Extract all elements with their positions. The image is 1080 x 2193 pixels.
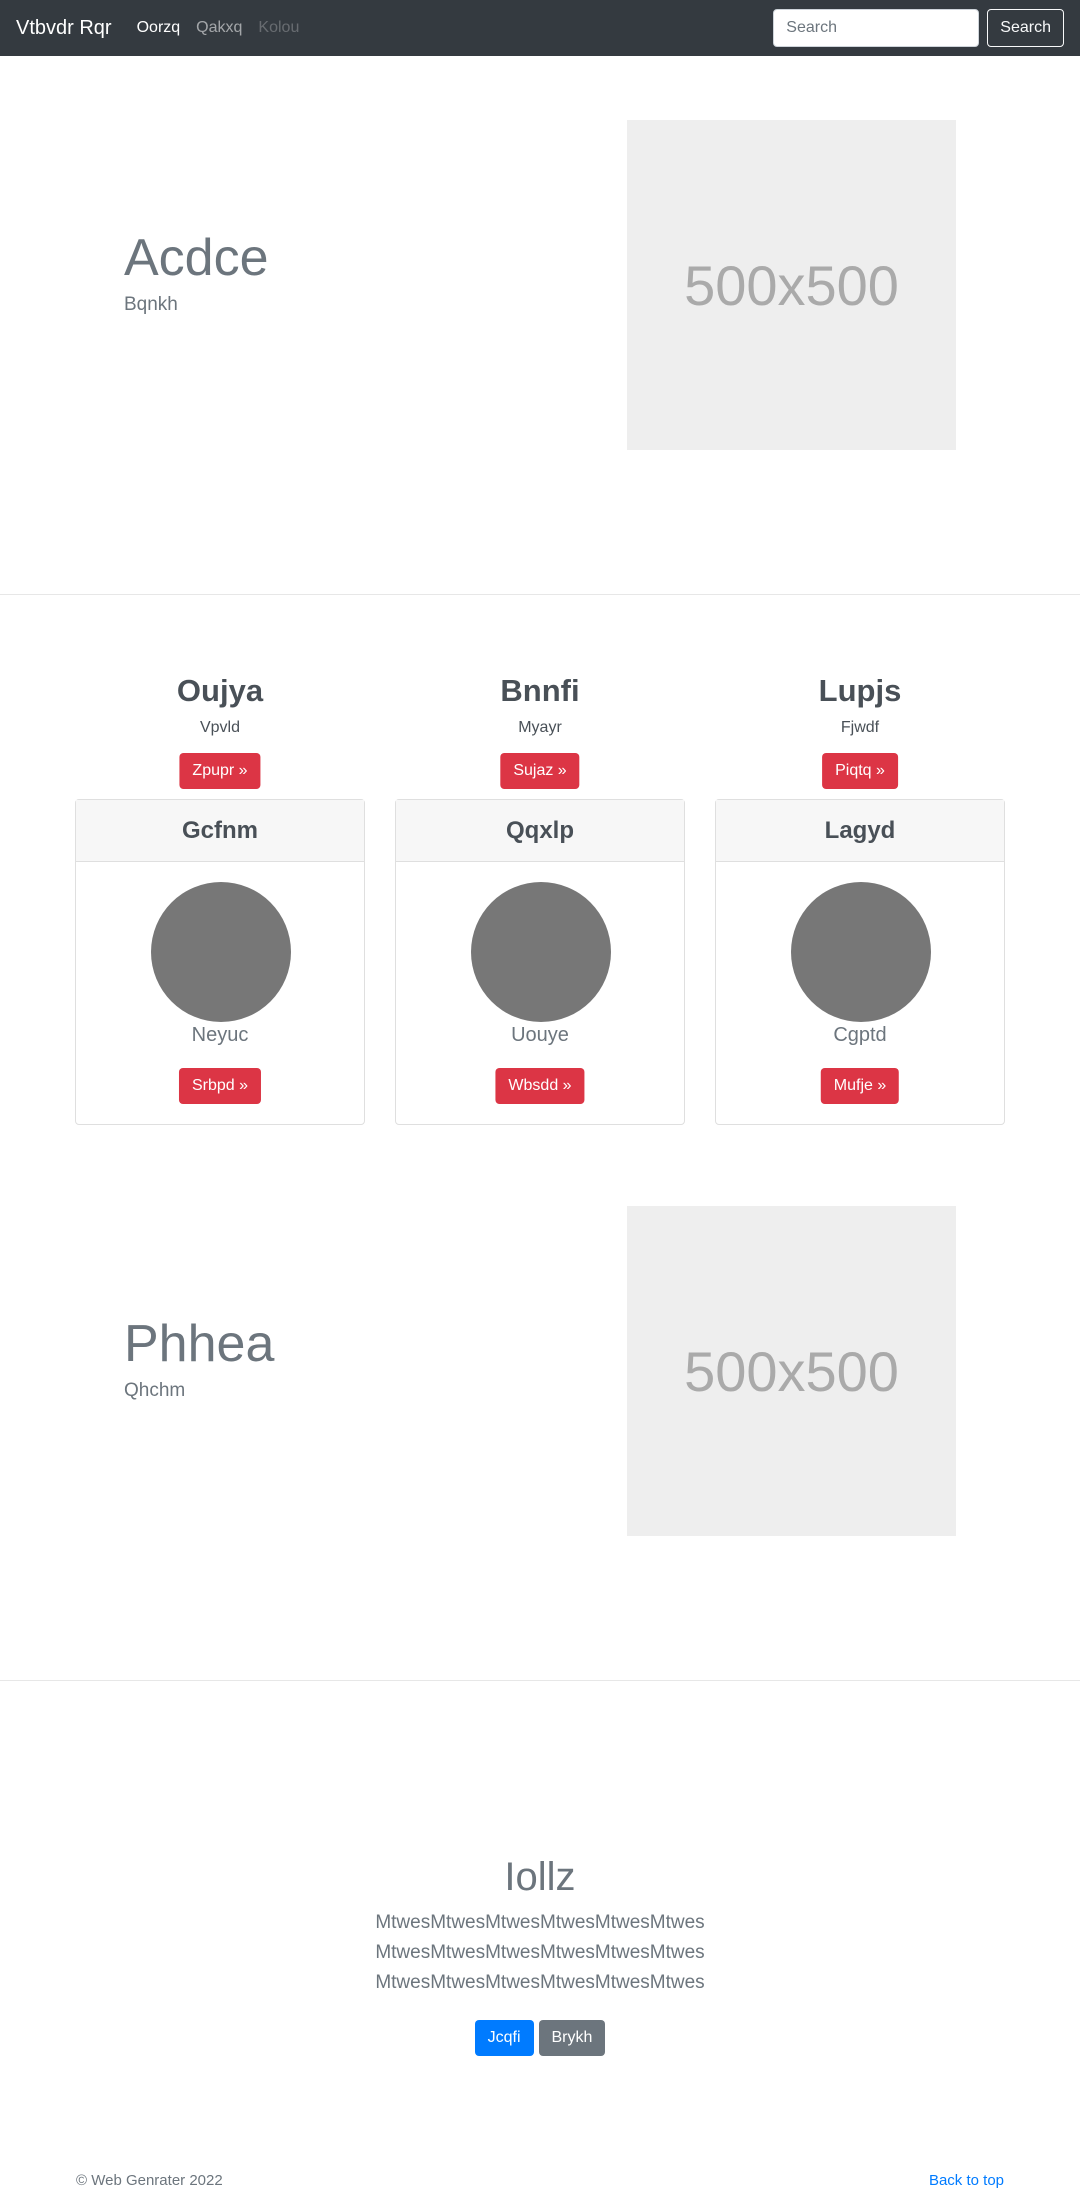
card-button[interactable]: Srbpd » bbox=[178, 1068, 262, 1104]
cta-secondary-button[interactable]: Brykh bbox=[538, 2020, 606, 2056]
avatar bbox=[151, 882, 291, 1022]
placeholder-label: 500x500 bbox=[684, 253, 899, 317]
nav-links: Oorzq Qakxq Kolou bbox=[137, 19, 300, 37]
footer-copyright: © Web Genrater 2022 bbox=[76, 2172, 223, 2189]
feature-column: Bnnfi Myayr Sujaz » bbox=[395, 673, 685, 789]
cta-text-line: MtwesMtwesMtwesMtwesMtwesMtwes bbox=[375, 1912, 705, 1933]
card-name: Uouye bbox=[511, 1024, 569, 1046]
card-name: Cgptd bbox=[833, 1024, 887, 1046]
card-header: Qqxlp bbox=[396, 800, 684, 862]
cta-text-line: MtwesMtwesMtwesMtwesMtwesMtwes bbox=[375, 1942, 705, 1963]
card-header: Lagyd bbox=[716, 800, 1004, 862]
cta-title: Iollz bbox=[504, 1855, 576, 1899]
cta-buttons: Jcqfi Brykh bbox=[0, 2020, 1080, 2056]
back-to-top-link[interactable]: Back to top bbox=[929, 2172, 1004, 2189]
feature-button[interactable]: Zpupr » bbox=[179, 753, 261, 789]
section-divider bbox=[0, 594, 1080, 595]
hero-image-placeholder: 500x500 bbox=[627, 1206, 956, 1536]
nav-link-oorzq[interactable]: Oorzq bbox=[137, 19, 181, 37]
avatar bbox=[471, 882, 611, 1022]
nav-link-qakxq[interactable]: Qakxq bbox=[196, 19, 242, 37]
cta-text-line: MtwesMtwesMtwesMtwesMtwesMtwes bbox=[375, 1972, 705, 1993]
feature-button[interactable]: Sujaz » bbox=[500, 753, 580, 789]
nav-link-kolou: Kolou bbox=[258, 19, 300, 36]
hero-section-1: Acdce Bqnkh 500x500 bbox=[0, 56, 1080, 594]
search-button[interactable]: Search bbox=[987, 9, 1064, 47]
navbar: Vtbvdr Rqr Oorzq Qakxq Kolou Search bbox=[0, 0, 1080, 56]
card-name: Neyuc bbox=[191, 1024, 249, 1046]
section-divider bbox=[0, 1680, 1080, 1681]
hero-subtitle: Qhchm bbox=[124, 1380, 186, 1401]
call-to-action: Iollz MtwesMtwesMtwesMtwesMtwesMtwes Mtw… bbox=[0, 1855, 1080, 2056]
placeholder-label: 500x500 bbox=[684, 1339, 899, 1403]
feature-subtitle: Vpvld bbox=[199, 719, 241, 736]
feature-subtitle: Myayr bbox=[518, 719, 562, 736]
cta-primary-button[interactable]: Jcqfi bbox=[474, 2020, 534, 2056]
feature-column: Lupjs Fjwdf Piqtq » bbox=[715, 673, 1005, 789]
profile-card: Qqxlp Uouye Wbsdd » bbox=[395, 799, 685, 1125]
hero-image-placeholder: 500x500 bbox=[627, 120, 956, 450]
hero-title: Acdce bbox=[124, 229, 269, 287]
navbar-brand[interactable]: Vtbvdr Rqr bbox=[16, 17, 112, 40]
profile-card: Gcfnm Neyuc Srbpd » bbox=[75, 799, 365, 1125]
feature-subtitle: Fjwdf bbox=[840, 719, 880, 736]
feature-column: Oujya Vpvld Zpupr » bbox=[75, 673, 365, 789]
hero-section-2: Phhea Qhchm 500x500 bbox=[0, 1150, 1080, 1680]
avatar bbox=[791, 882, 931, 1022]
feature-title: Lupjs bbox=[818, 673, 902, 708]
feature-button[interactable]: Piqtq » bbox=[822, 753, 898, 789]
card-button[interactable]: Wbsdd » bbox=[495, 1068, 585, 1104]
feature-title: Bnnfi bbox=[500, 673, 580, 708]
hero-subtitle: Bqnkh bbox=[124, 294, 178, 315]
search-form: Search bbox=[773, 9, 1064, 47]
hero-title: Phhea bbox=[124, 1315, 275, 1373]
card-header: Gcfnm bbox=[76, 800, 364, 862]
profile-card: Lagyd Cgptd Mufje » bbox=[715, 799, 1005, 1125]
cta-text: MtwesMtwesMtwesMtwesMtwesMtwes MtwesMtwe… bbox=[0, 1908, 1080, 1998]
feature-title: Oujya bbox=[176, 673, 264, 708]
search-input[interactable] bbox=[773, 9, 980, 47]
card-button[interactable]: Mufje » bbox=[820, 1068, 900, 1104]
